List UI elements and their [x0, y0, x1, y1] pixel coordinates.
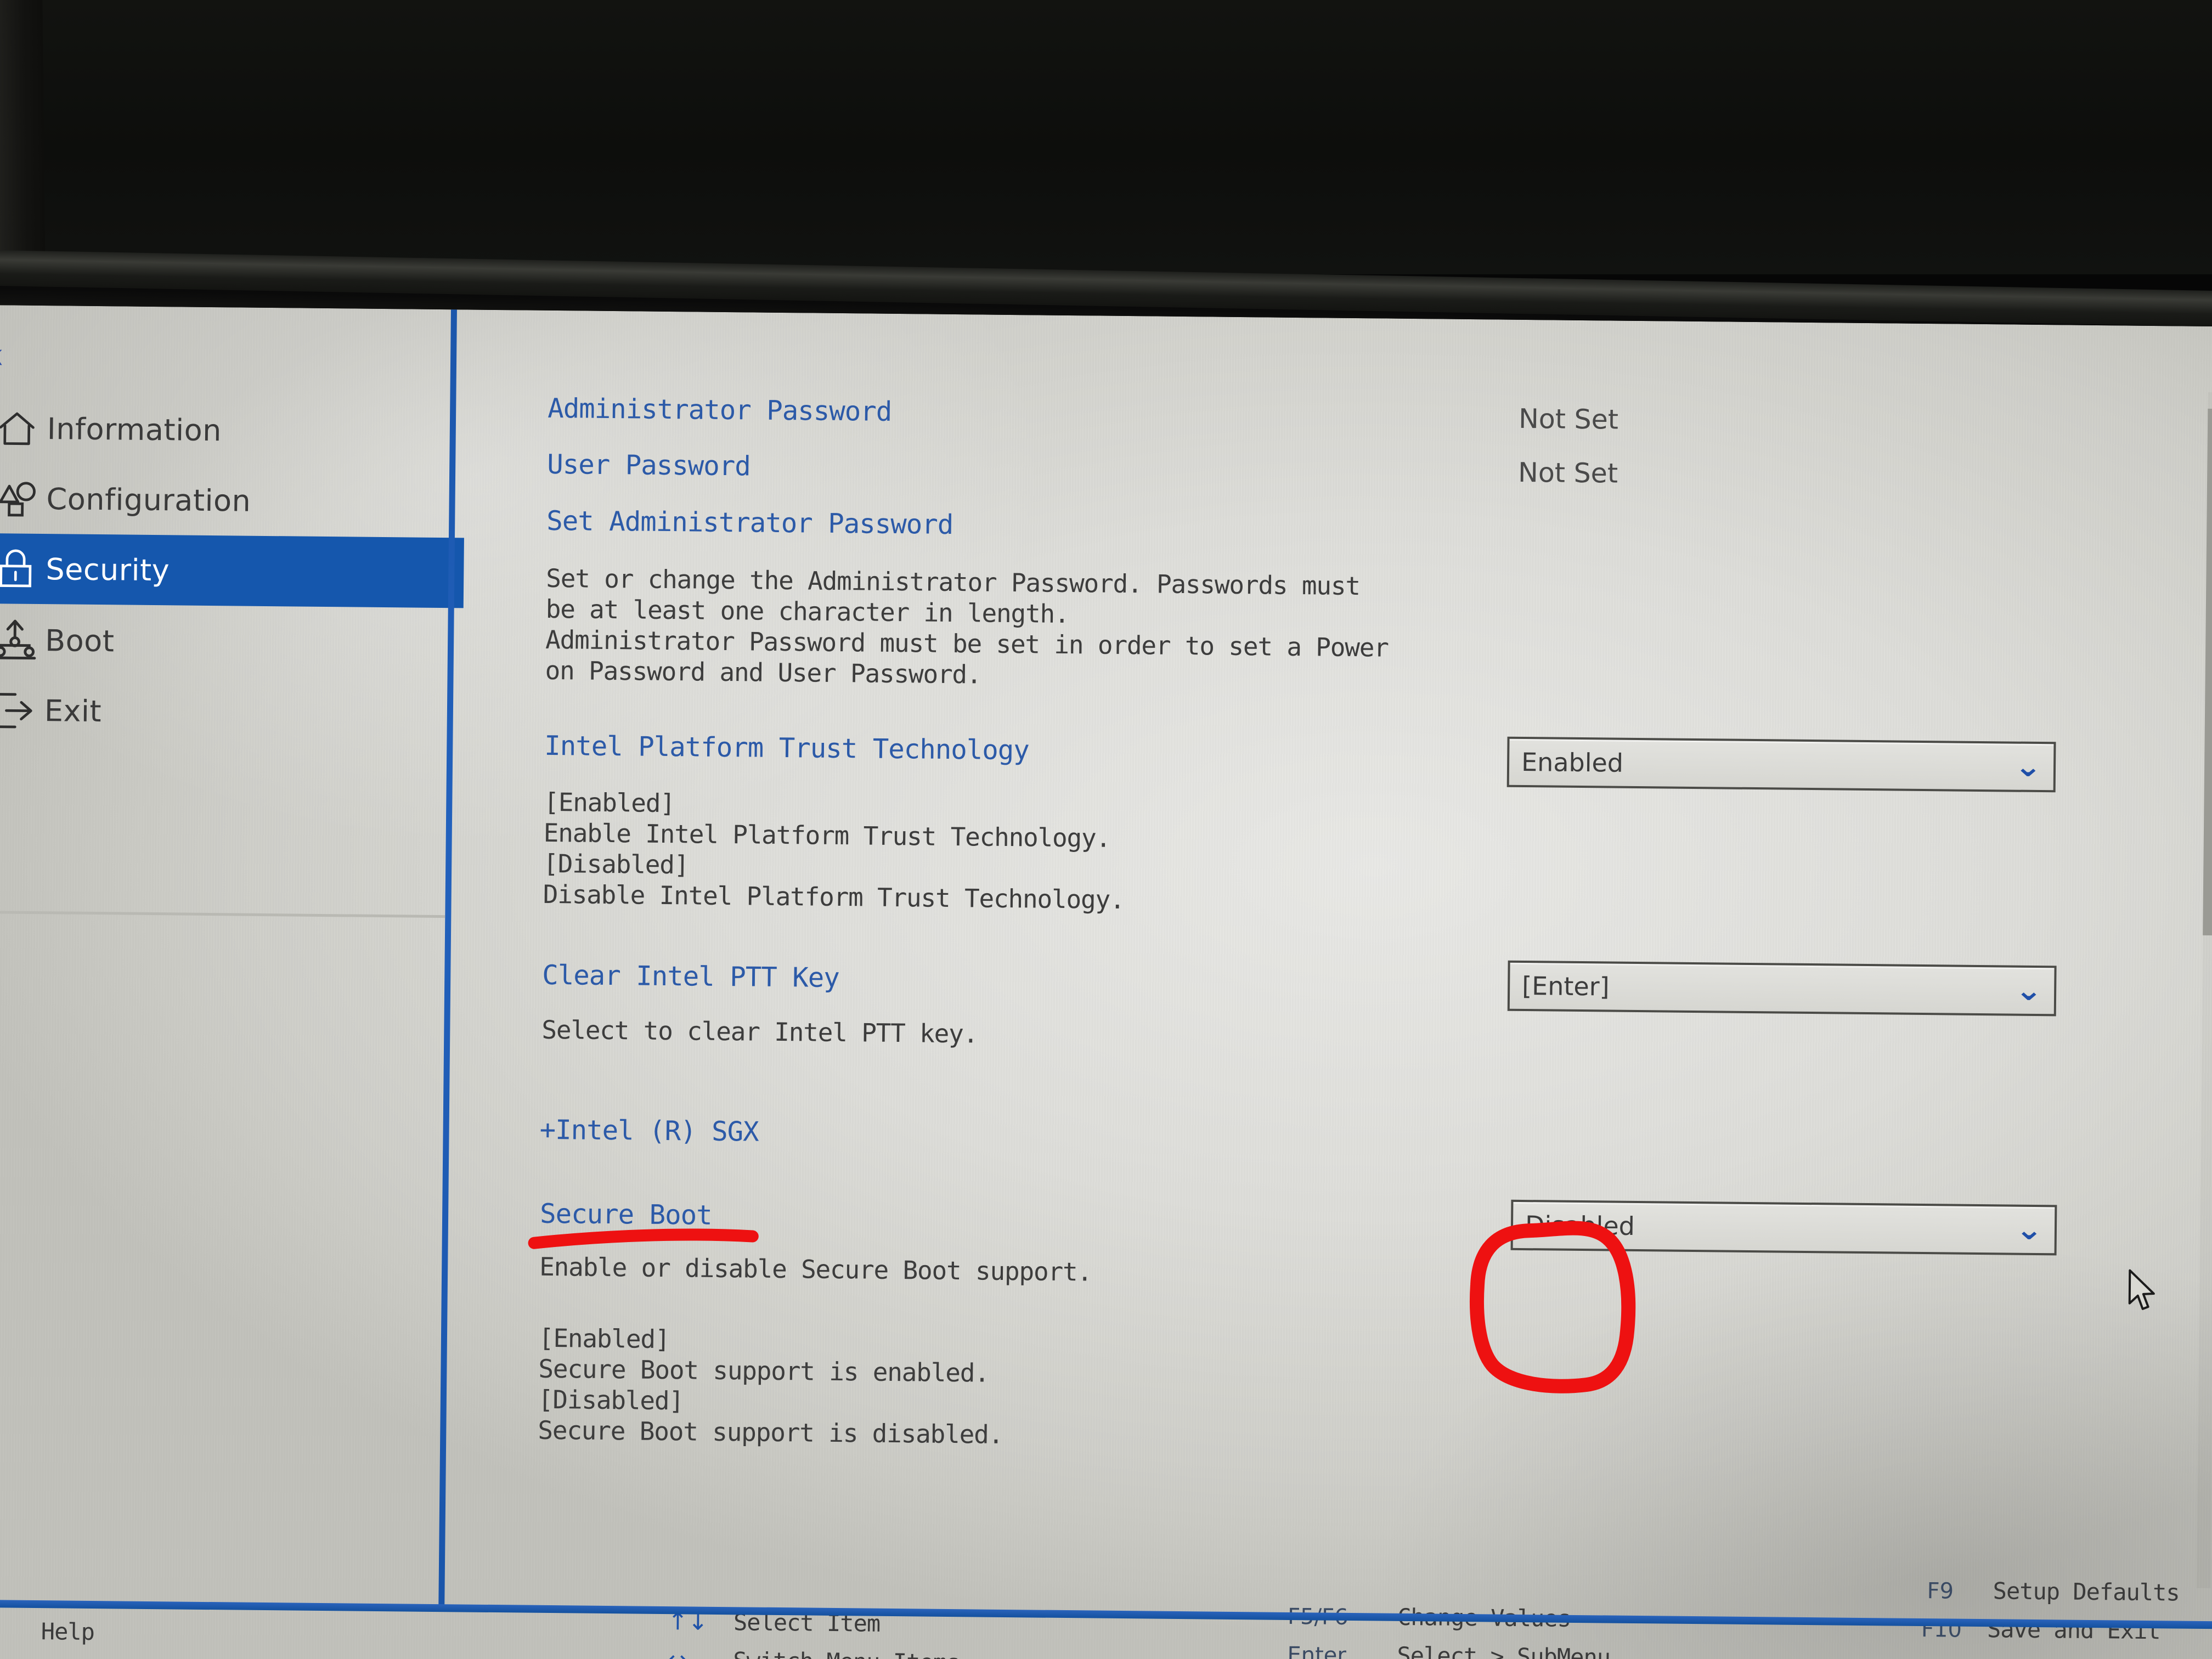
- intel-ptt-dropdown[interactable]: Enabled ⌄: [1506, 736, 2056, 793]
- sidebar-item-information[interactable]: Information: [0, 393, 465, 467]
- footer-hint-f9-setup-defaults: F9 Setup Defaults: [1927, 1577, 2179, 1606]
- laptop-screen-photo: CK Information Configuration Security Bo…: [0, 0, 2212, 1659]
- shapes-icon: [0, 476, 47, 521]
- footer-key-f9: F9: [1927, 1578, 1954, 1604]
- sidebar-item-boot[interactable]: Boot: [0, 605, 464, 679]
- home-icon: [0, 407, 47, 450]
- security-settings-panel: Administrator Password Not Set User Pass…: [454, 309, 2212, 1626]
- sidebar-item-label: Security: [46, 551, 170, 588]
- row-label-clear-intel-ptt-key[interactable]: Clear Intel PTT Key: [542, 960, 839, 994]
- row-label-set-administrator-password[interactable]: Set Administrator Password: [546, 505, 953, 540]
- row-label-intel-sgx[interactable]: +Intel (R) SGX: [539, 1114, 759, 1148]
- screen-text-fragment: CK: [0, 345, 3, 370]
- lock-icon: [0, 547, 46, 590]
- secure-boot-help-text: [Enabled] Secure Boot support is enabled…: [538, 1323, 1003, 1449]
- footer-label-select-submenu: Select > SubMenu: [1397, 1641, 1611, 1659]
- left-right-arrows-icon: ↔: [667, 1646, 733, 1659]
- secure-boot-help-line: Enable or disable Secure Boot support.: [539, 1251, 1092, 1287]
- footer-hint-switch-menu-items: ↔ Switch Menu Items: [667, 1646, 960, 1659]
- chevron-down-icon: ⌄: [2015, 974, 2043, 1008]
- sidebar-item-label: Exit: [44, 693, 102, 729]
- footer-label-switch-menu-items: Switch Menu Items: [733, 1647, 960, 1659]
- row-value-user-password: Not Set: [1517, 456, 1618, 489]
- sidebar-item-security[interactable]: Security: [0, 533, 464, 608]
- sidebar-item-label: Boot: [44, 623, 115, 658]
- row-label-intel-platform-trust-technology[interactable]: Intel Platform Trust Technology: [544, 730, 1029, 766]
- sidebar-item-label: Information: [47, 411, 222, 448]
- row-label-user-password: User Password: [546, 448, 751, 482]
- footer-label-setup-defaults: Setup Defaults: [1993, 1577, 2180, 1606]
- row-label-secure-boot[interactable]: Secure Boot: [540, 1198, 712, 1231]
- chevron-down-icon: ⌄: [2014, 750, 2042, 784]
- footer-label-help: Help: [41, 1618, 95, 1646]
- admin-password-help-text: Set or change the Administrator Password…: [545, 563, 1389, 690]
- exit-arrow-icon: [0, 688, 44, 732]
- clear-intel-ptt-key-dropdown[interactable]: [Enter] ⌄: [1507, 960, 2057, 1017]
- mouse-cursor: [2128, 1269, 2155, 1310]
- footer-key-enter: Enter: [1287, 1642, 1347, 1659]
- sidebar-item-exit[interactable]: Exit: [0, 675, 462, 749]
- boot-network-icon: [0, 617, 46, 663]
- sidebar-nav: CK Information Configuration Security Bo…: [0, 305, 466, 1607]
- clear-intel-ptt-key-value: [Enter]: [1521, 970, 1610, 1002]
- footer-hint-f1-help: F1 Help: [0, 1617, 94, 1645]
- sidebar-item-label: Configuration: [46, 481, 251, 518]
- laptop-bezel-top: [0, 0, 2212, 274]
- row-value-administrator-password: Not Set: [1518, 403, 1619, 436]
- vertical-scrollbar-thumb[interactable]: [2203, 408, 2212, 936]
- sidebar-item-configuration[interactable]: Configuration: [0, 463, 465, 538]
- clear-intel-ptt-key-help-text: Select to clear Intel PTT key.: [541, 1014, 978, 1049]
- intel-ptt-help-text: [Enabled] Enable Intel Platform Trust Te…: [543, 787, 1125, 915]
- secure-boot-value: Disabled: [1525, 1210, 1635, 1241]
- row-label-administrator-password: Administrator Password: [547, 392, 892, 427]
- chevron-down-icon: ⌄: [2015, 1213, 2044, 1247]
- bios-setup-screen: CK Information Configuration Security Bo…: [0, 305, 2212, 1659]
- footer-hint-enter-submenu: Enter Select > SubMenu: [1287, 1641, 1610, 1659]
- secure-boot-dropdown[interactable]: Disabled ⌄: [1510, 1199, 2057, 1256]
- intel-ptt-value: Enabled: [1521, 747, 1624, 778]
- footer-key-f1: F1: [0, 1618, 2, 1645]
